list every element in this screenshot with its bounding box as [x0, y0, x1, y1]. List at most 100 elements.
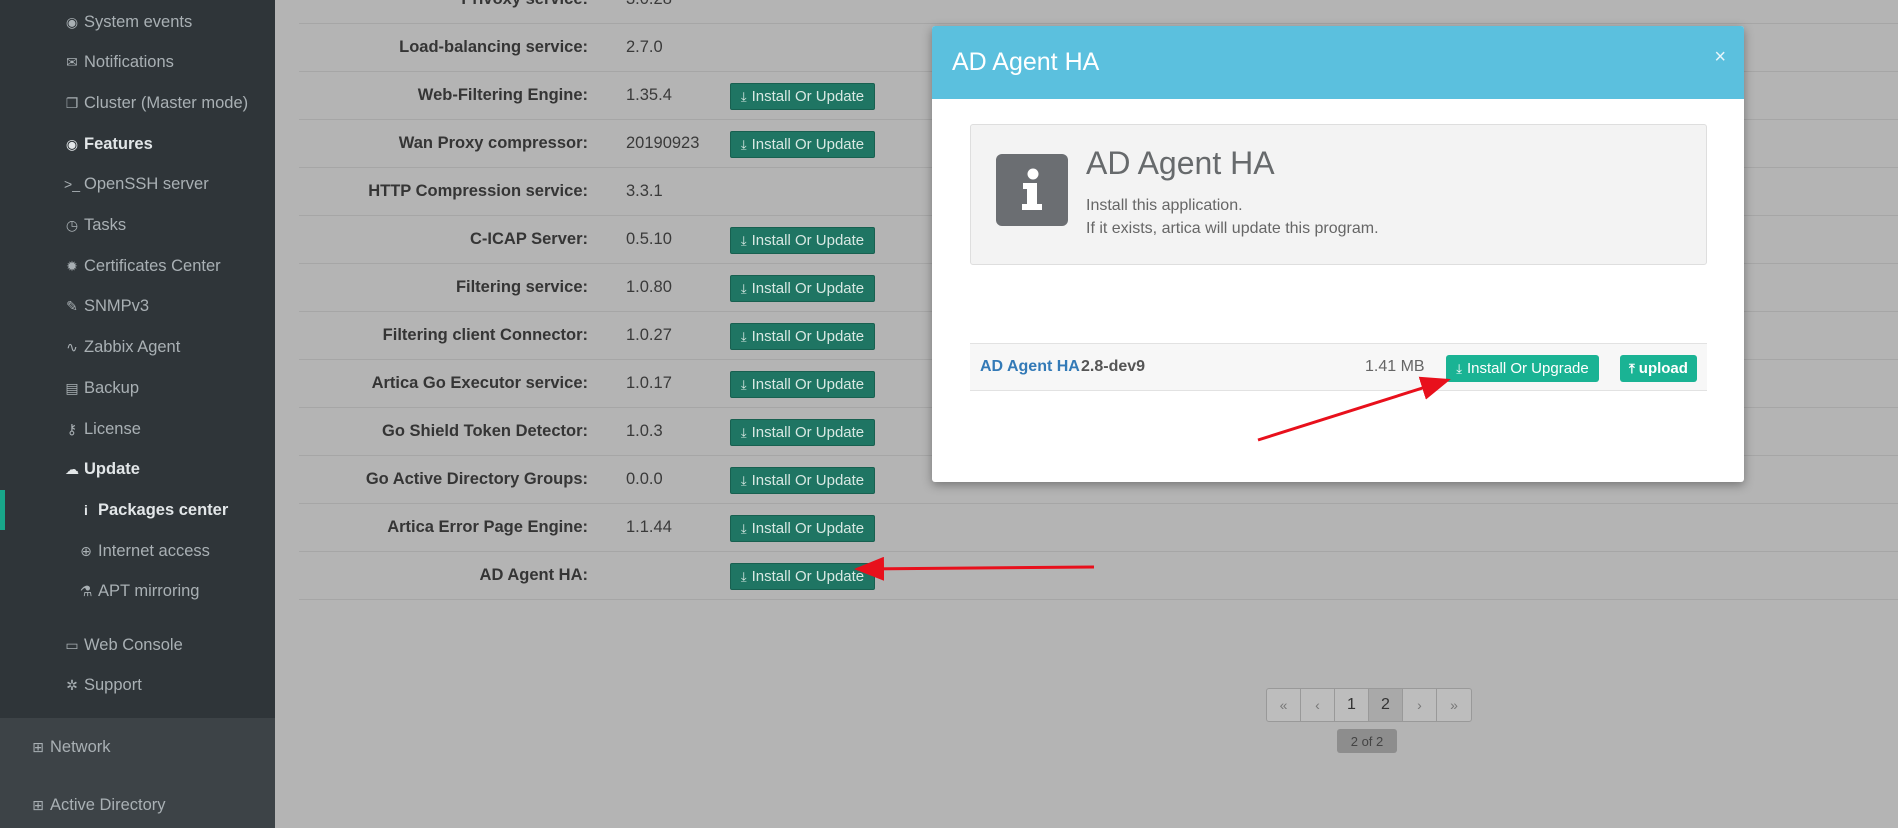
row-version: 3.3.1	[626, 182, 663, 200]
info-text: Install this application.	[1086, 197, 1243, 214]
sidebar-item-label: Support	[84, 676, 142, 694]
heartbeat-icon: ∿	[66, 339, 78, 355]
sidebar-item-label: Cluster (Master mode)	[84, 94, 249, 112]
install-or-update-button[interactable]: ⤓ Install Or Update	[730, 515, 875, 542]
sidebar: ◉ System events ✉ Notifications ❐ Cluste…	[0, 0, 275, 828]
sidebar-item-license[interactable]: ⚷ License	[64, 416, 141, 442]
active-indicator	[0, 490, 5, 530]
info-icon: i	[84, 502, 88, 518]
row-label: Go Active Directory Groups:	[365, 470, 588, 488]
package-name-link[interactable]: AD Agent HA	[980, 344, 1080, 390]
install-or-update-button[interactable]: ⤓ Install Or Update	[730, 227, 875, 254]
package-modal: AD Agent HA × AD Agent HA Install this a…	[932, 26, 1744, 482]
row-version: 0.0.0	[626, 470, 663, 488]
archive-icon: ▤	[65, 380, 79, 396]
globe-icon: ⊕	[80, 543, 92, 559]
button-label: upload	[1638, 360, 1688, 377]
pagination-last[interactable]: »	[1437, 689, 1471, 721]
download-icon: ⤓	[740, 88, 747, 104]
upload-button[interactable]: ⤒ upload	[1620, 355, 1697, 382]
sidebar-item-zabbix[interactable]: ∿ Zabbix Agent	[64, 334, 180, 360]
download-icon: ⤓	[740, 472, 747, 488]
install-or-update-button[interactable]: ⤓ Install Or Update	[730, 467, 875, 494]
sidebar-item-label: Features	[84, 135, 153, 153]
sidebar-item-backup[interactable]: ▤ Backup	[64, 375, 139, 401]
download-icon: ⤓	[740, 136, 747, 152]
button-label: Install Or Update	[751, 232, 865, 249]
download-icon: ⤓	[740, 520, 747, 536]
sidebar-item-active-directory[interactable]: ⊞ Active Directory	[30, 792, 165, 818]
terminal-icon: >_	[64, 176, 80, 192]
row-version: 20190923	[626, 134, 700, 152]
install-or-update-button[interactable]: ⤓ Install Or Update	[730, 275, 875, 302]
sidebar-item-notifications[interactable]: ✉ Notifications	[64, 49, 174, 75]
row-label: Load-balancing service:	[399, 38, 588, 56]
sidebar-item-openssh[interactable]: >_ OpenSSH server	[64, 171, 209, 197]
sidebar-item-update[interactable]: ☁ Update	[64, 456, 140, 482]
pagination-prev[interactable]: ‹	[1301, 689, 1335, 721]
close-icon[interactable]: ×	[1714, 46, 1726, 69]
package-row: AD Agent HA 2.8-dev9 1.41 MB ⤓ Install O…	[970, 343, 1707, 391]
install-or-update-button[interactable]: ⤓ Install Or Update	[730, 419, 875, 446]
sidebar-item-label: License	[84, 420, 141, 438]
sidebar-item-label: SNMPv3	[84, 297, 150, 315]
copy-icon: ❐	[65, 95, 79, 111]
sidebar-item-network[interactable]: ⊞ Network	[30, 734, 110, 760]
sidebar-item-support[interactable]: ✲ Support	[64, 672, 142, 698]
row-label: Wan Proxy compressor:	[398, 134, 588, 152]
button-label: Install Or Update	[751, 280, 865, 297]
button-label: Install Or Upgrade	[1467, 360, 1589, 377]
row-label: Go Shield Token Detector:	[382, 422, 588, 440]
row-version: 2.7.0	[626, 38, 663, 56]
cloud-download-icon: ☁	[65, 461, 79, 477]
pagination-page-2[interactable]: 2	[1369, 689, 1403, 721]
install-or-update-button[interactable]: ⤓ Install Or Update	[730, 563, 875, 590]
sidebar-item-system-events[interactable]: ◉ System events	[64, 9, 192, 35]
download-icon: ⤓	[740, 424, 747, 440]
sidebar-item-apt-mirroring[interactable]: ⚗ APT mirroring	[78, 578, 200, 604]
row-version: 1.35.4	[626, 86, 672, 104]
row-label: C-ICAP Server:	[470, 230, 588, 248]
sidebar-item-web-console[interactable]: ▭ Web Console	[64, 632, 183, 658]
sidebar-item-packages-center[interactable]: i Packages center	[78, 497, 228, 523]
install-or-upgrade-button[interactable]: ⤓ Install Or Upgrade	[1446, 355, 1599, 382]
sidebar-item-label: Tasks	[84, 216, 127, 234]
row-version: 1.0.17	[626, 374, 672, 392]
install-or-update-button[interactable]: ⤓ Install Or Update	[730, 83, 875, 110]
clock-icon: ◷	[65, 217, 79, 233]
comment-icon: ✎	[66, 298, 78, 314]
install-or-update-button[interactable]: ⤓ Install Or Update	[730, 323, 875, 350]
row-label: Filtering client Connector:	[382, 326, 588, 344]
install-or-update-button[interactable]: ⤓ Install Or Update	[730, 131, 875, 158]
sidebar-item-label: OpenSSH server	[84, 175, 209, 193]
sidebar-item-label: Notifications	[84, 53, 174, 71]
sidebar-item-label: Certificates Center	[84, 257, 221, 275]
sidebar-item-label: Packages center	[98, 501, 229, 519]
info-panel: AD Agent HA Install this application. If…	[970, 124, 1707, 265]
pagination-next[interactable]: ›	[1403, 689, 1437, 721]
sidebar-item-certificates[interactable]: ✹ Certificates Center	[64, 253, 221, 279]
download-icon: ⤓	[740, 376, 747, 392]
modal-header: AD Agent HA ×	[932, 26, 1744, 99]
row-version: 3.0.28	[626, 0, 672, 23]
sidebar-item-tasks[interactable]: ◷ Tasks	[64, 212, 126, 238]
sidebar-item-cluster[interactable]: ❐ Cluster (Master mode)	[64, 90, 248, 116]
button-label: Install Or Update	[751, 568, 865, 585]
row-version: 1.0.27	[626, 326, 672, 344]
install-or-update-button[interactable]: ⤓ Install Or Update	[730, 371, 875, 398]
row-version: 0.5.10	[626, 230, 672, 248]
sidebar-item-label: Web Console	[84, 636, 183, 654]
certificate-icon: ✹	[66, 258, 78, 274]
info-text: If it exists, artica will update this pr…	[1086, 220, 1379, 237]
button-label: Install Or Update	[751, 328, 865, 345]
download-icon: ⤓	[740, 328, 747, 344]
sidebar-item-internet-access[interactable]: ⊕ Internet access	[78, 538, 210, 564]
row-version: 1.0.80	[626, 278, 672, 296]
sidebar-item-label: Backup	[84, 379, 140, 397]
windows-icon: ⊞	[32, 797, 44, 813]
pagination-first[interactable]: «	[1267, 689, 1301, 721]
sidebar-item-features[interactable]: ◉ Features	[64, 131, 153, 157]
pagination-page-1[interactable]: 1	[1335, 689, 1369, 721]
sidebar-item-snmpv3[interactable]: ✎ SNMPv3	[64, 293, 149, 319]
flask-icon: ⚗	[79, 583, 93, 599]
